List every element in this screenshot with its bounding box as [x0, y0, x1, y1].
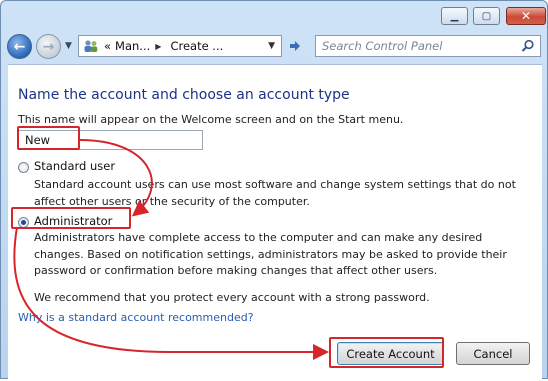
back-arrow-icon[interactable]: ←: [7, 34, 32, 59]
close-button[interactable]: ✕: [506, 7, 546, 25]
create-account-button[interactable]: Create Account: [337, 342, 444, 365]
maximize-button[interactable]: ▢: [473, 7, 500, 25]
help-link[interactable]: Why is a standard account recommended?: [18, 311, 254, 324]
refresh-icon[interactable]: [285, 37, 305, 55]
search-input[interactable]: Search Control Panel: [315, 35, 541, 57]
search-icon[interactable]: [521, 39, 535, 56]
password-recommendation: We recommend that you protect every acco…: [34, 291, 430, 304]
breadcrumb-manage-accounts[interactable]: Man...: [115, 39, 150, 53]
cancel-button[interactable]: Cancel: [456, 342, 530, 365]
breadcrumb-create-account[interactable]: Create ...: [170, 39, 223, 53]
control-panel-window: ▁ ▢ ✕ ← → ▼ « Man... ▶ Create ... ▼ Sear…: [0, 0, 548, 381]
forward-arrow-icon[interactable]: →: [36, 34, 61, 59]
administrator-radio[interactable]: [18, 217, 29, 228]
breadcrumb-separator-icon[interactable]: ▶: [155, 42, 161, 51]
address-prefix[interactable]: «: [104, 39, 111, 53]
standard-user-label[interactable]: Standard user: [34, 159, 115, 173]
name-hint: This name will appear on the Welcome scr…: [18, 113, 404, 126]
standard-user-description: Standard account users can use most soft…: [34, 178, 516, 208]
account-name-input[interactable]: New: [18, 130, 203, 150]
content-pane: Name the account and choose an account t…: [8, 64, 542, 381]
search-placeholder: Search Control Panel: [322, 39, 443, 53]
address-bar[interactable]: « Man... ▶ Create ... ▼: [78, 35, 282, 57]
administrator-label[interactable]: Administrator: [34, 214, 112, 228]
administrator-description: Administrators have complete access to t…: [34, 231, 507, 277]
address-dropdown-icon[interactable]: ▼: [268, 41, 275, 51]
minimize-button[interactable]: ▁: [441, 7, 468, 25]
recent-pages-dropdown[interactable]: ▼: [65, 41, 72, 51]
page-title: Name the account and choose an account t…: [18, 87, 350, 103]
standard-user-radio[interactable]: [18, 162, 29, 173]
users-icon: [82, 38, 100, 54]
